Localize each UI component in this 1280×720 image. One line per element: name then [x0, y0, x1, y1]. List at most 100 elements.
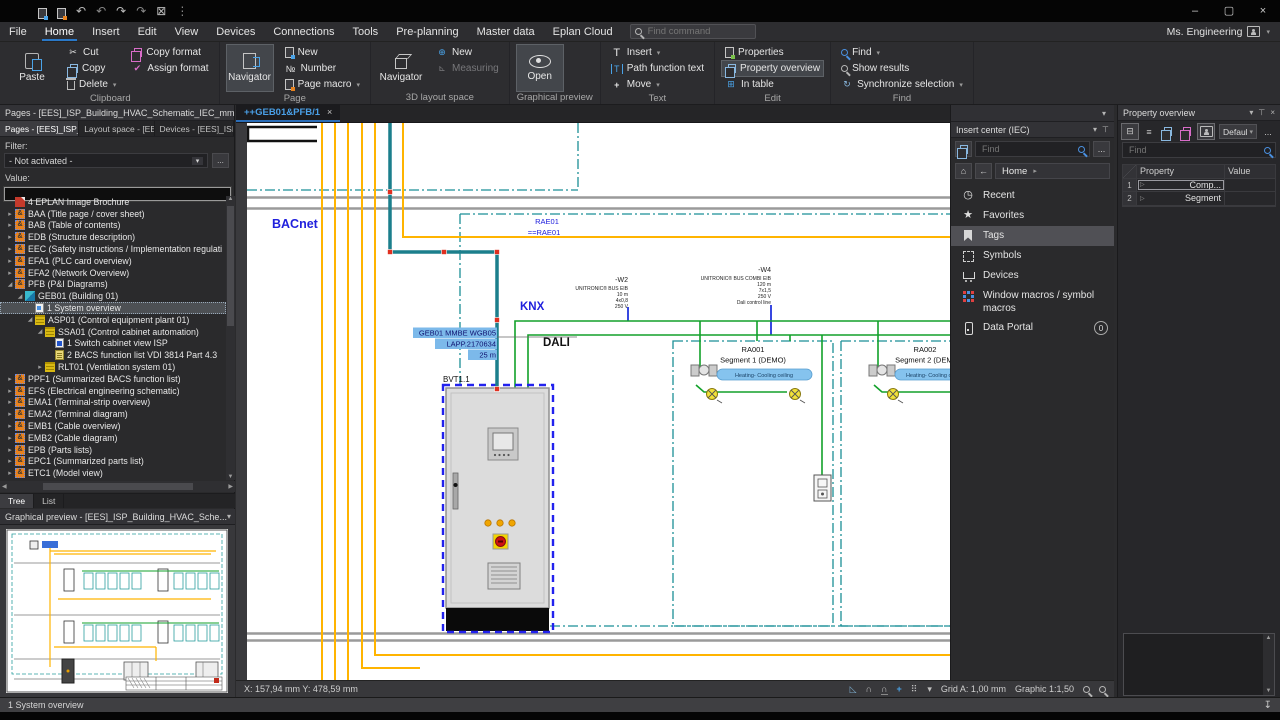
segment-labels[interactable]: RA001 Segment 1 (DEMO) RA002 Segment 2 (…: [720, 345, 950, 365]
selected-bus-line[interactable]: [390, 123, 497, 389]
tree-item[interactable]: EFA2 (Network Overview): [0, 267, 226, 279]
redo-list-icon[interactable]: ↷: [136, 4, 146, 19]
menu-item[interactable]: File: [0, 22, 36, 41]
tree-expander-icon[interactable]: [5, 233, 15, 241]
qat-more-icon[interactable]: ⋮: [176, 4, 188, 19]
synchronize-selection-button[interactable]: ↻Synchronize selection▾: [838, 77, 966, 92]
3d-navigator-button[interactable]: Navigator: [378, 45, 424, 91]
filter-dropdown[interactable]: - Not activated - ▾: [4, 153, 208, 168]
expand-icon[interactable]: ▷: [1140, 195, 1145, 202]
tree-expander-icon[interactable]: [5, 422, 15, 430]
open-page-icon[interactable]: [57, 8, 66, 19]
expand-icon[interactable]: ▷: [1140, 181, 1145, 188]
column-property[interactable]: Property: [1137, 165, 1225, 178]
menu-item[interactable]: Devices: [207, 22, 264, 41]
undo-list-icon[interactable]: ↶: [96, 4, 106, 19]
property-value-cell[interactable]: [1225, 192, 1275, 205]
copy-properties-icon[interactable]: [1160, 124, 1176, 139]
tree-item[interactable]: PFB (P&I Diagrams): [0, 279, 226, 291]
detail-scrollbar[interactable]: ▲ ▼: [1263, 634, 1274, 695]
tree-expander-icon[interactable]: [5, 281, 15, 288]
paste-properties-icon[interactable]: [1179, 124, 1195, 139]
scroll-left-icon[interactable]: ◀: [2, 483, 7, 490]
insert-center-item[interactable]: ◷ Recent: [951, 186, 1114, 206]
assign-format-button[interactable]: ✔Assign format: [128, 61, 211, 76]
tree-vertical-scrollbar[interactable]: ▲ ▼: [226, 196, 235, 480]
cable-w2-label[interactable]: -W2 UNITRONIC® BUS EIB 10 m 4x0,8 250 V: [575, 277, 628, 310]
snap-icon[interactable]: ∩: [866, 684, 872, 694]
tab-close-icon[interactable]: ×: [327, 107, 332, 117]
bacnet-bus-lines[interactable]: [322, 123, 950, 680]
logic-icon[interactable]: ◺: [850, 684, 857, 695]
tree-expander-icon[interactable]: [5, 257, 15, 265]
tree-item[interactable]: EMB1 (Cable overview): [0, 420, 226, 432]
panel-dropdown-icon[interactable]: ▾: [227, 512, 231, 521]
property-find-input[interactable]: [1127, 144, 1261, 156]
rae01-label[interactable]: RAE01: [535, 217, 559, 226]
breadcrumb[interactable]: Home ▸: [995, 163, 1110, 179]
page-number-button[interactable]: №Number: [282, 61, 363, 76]
segment-box-ra002[interactable]: [841, 341, 950, 626]
insert-center-item[interactable]: Symbols: [951, 246, 1114, 266]
insert-center-find-box[interactable]: [975, 141, 1090, 157]
maximize-button[interactable]: ▢: [1212, 0, 1246, 22]
filter-more-button[interactable]: ...: [212, 153, 229, 168]
control-cabinet[interactable]: [446, 388, 549, 631]
page-navigator-button[interactable]: Navigator: [227, 45, 273, 91]
tree-item[interactable]: EFA1 (PLC card overview): [0, 255, 226, 267]
column-value[interactable]: Value: [1225, 165, 1275, 178]
tree-item[interactable]: PPF1 (Summarized BACS function list): [0, 373, 226, 385]
tree-item[interactable]: 4 EPLAN Image Brochure: [0, 196, 226, 208]
page-macro-button[interactable]: Page macro▾: [282, 77, 363, 92]
menu-item[interactable]: Home: [36, 22, 83, 41]
tree-expander-icon[interactable]: [5, 245, 15, 253]
menu-item[interactable]: Master data: [468, 22, 544, 41]
panel-dropdown-icon[interactable]: ▾: [1249, 108, 1253, 117]
selection-handles[interactable]: [388, 190, 500, 392]
tree-horizontal-scrollbar[interactable]: ◀ ▶: [0, 481, 235, 492]
text-insert-button[interactable]: TInsert▾: [608, 45, 707, 60]
tree-item[interactable]: EFS (Electrical engineering schematic): [0, 385, 226, 397]
page-new-button[interactable]: New: [282, 45, 363, 60]
in-table-button[interactable]: ⊞In table: [722, 77, 823, 92]
grid-toggle-icon[interactable]: ⠿: [911, 684, 918, 695]
tree-expander-icon[interactable]: [5, 434, 15, 442]
property-overview-button[interactable]: Property overview: [722, 61, 823, 76]
user-preset-icon[interactable]: [1198, 124, 1214, 139]
panel-tab[interactable]: Devices - [EES]_ISP...: [155, 121, 234, 136]
close-table-icon[interactable]: ⊠: [156, 4, 166, 19]
property-value-cell[interactable]: [1225, 179, 1275, 192]
insert-center-item[interactable]: Devices: [951, 266, 1114, 286]
lamp-symbols[interactable]: [707, 389, 904, 404]
delete-button[interactable]: Delete▾: [64, 77, 119, 92]
crosshair-icon[interactable]: +: [897, 684, 902, 694]
tree-item[interactable]: GEB01 (Building 01): [0, 290, 226, 302]
tree-expander-icon[interactable]: [5, 457, 15, 465]
segment-box-ra001[interactable]: [673, 341, 833, 626]
knx-dali-bus[interactable]: [515, 321, 950, 475]
filter-dropdown-caret[interactable]: ▾: [192, 157, 203, 165]
paste-button[interactable]: Paste: [9, 45, 55, 91]
view-tab[interactable]: List: [34, 494, 64, 508]
tree-expander-icon[interactable]: [5, 387, 15, 395]
list-view-icon[interactable]: ≡: [1141, 124, 1157, 139]
tree-item[interactable]: EMA2 (Terminal diagram): [0, 408, 226, 420]
properties-button[interactable]: Properties: [722, 45, 823, 60]
tree-item[interactable]: ETC1 (Model view): [0, 467, 226, 479]
preset-dropdown[interactable]: Defaul ▾: [1219, 124, 1257, 139]
tree-view-icon[interactable]: ⊟: [1122, 124, 1138, 139]
preset-more-button[interactable]: ...: [1260, 124, 1276, 139]
preview-thumbnail[interactable]: [6, 529, 228, 693]
insert-center-more-button[interactable]: ...: [1093, 141, 1110, 157]
bacnet-label[interactable]: BACnet: [272, 217, 319, 231]
tree-expander-icon[interactable]: [5, 375, 15, 383]
schematic-canvas[interactable]: Heating- Cooling ceiling Heating- Coolin…: [247, 123, 950, 680]
menu-item[interactable]: Tools: [344, 22, 388, 41]
object-snap-icon[interactable]: ∩: [881, 684, 887, 695]
switch-symbol[interactable]: [814, 475, 831, 501]
cable-w4-label[interactable]: -W4 UNITRONIC® BUS COMBI EIB 120 m 7x1,5…: [701, 267, 772, 306]
tree-item[interactable]: 1 Switch cabinet view ISP: [0, 338, 226, 350]
insert-center-item[interactable]: Tags: [951, 226, 1114, 246]
undo-icon[interactable]: ↶: [76, 4, 86, 19]
scroll-up-icon[interactable]: ▲: [226, 196, 235, 202]
